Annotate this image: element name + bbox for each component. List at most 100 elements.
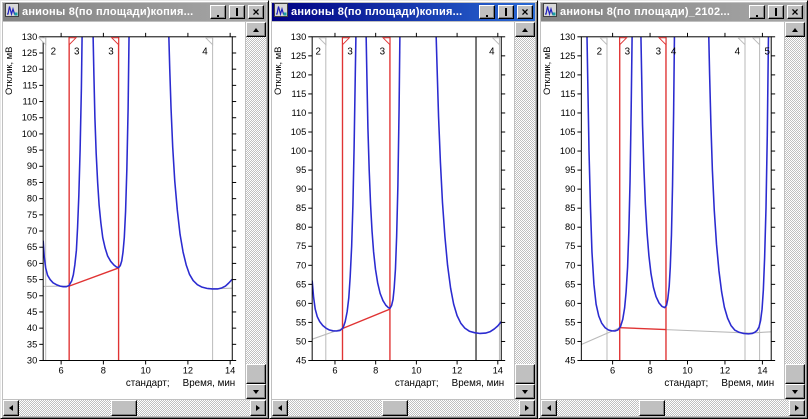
peak-baseline[interactable] bbox=[68, 267, 119, 287]
scroll-down-button[interactable] bbox=[785, 384, 805, 399]
scroll-up-button[interactable] bbox=[515, 22, 535, 37]
sample-name-label: стандарт; bbox=[664, 378, 708, 389]
chart-area[interactable]: 130 125 120 115 110 105 100 95 90 85 80 75 70 65 60 55 5… bbox=[272, 22, 514, 399]
x-axis-title: Время, мин bbox=[183, 378, 236, 389]
y-tick-label: 70 bbox=[296, 260, 306, 270]
vertical-scrollbar[interactable] bbox=[785, 22, 805, 399]
y-tick-label: 75 bbox=[27, 210, 37, 220]
vertical-scroll-thumb[interactable] bbox=[785, 364, 805, 384]
peak-number-label: 3 bbox=[74, 47, 80, 58]
peak-marker-flag[interactable] bbox=[736, 37, 746, 46]
maximize-icon bbox=[236, 8, 238, 16]
scrollbar-track[interactable] bbox=[515, 37, 535, 384]
window-titlebar[interactable]: анионы 8(по площади)копия... × bbox=[272, 2, 535, 22]
scrollbar-track[interactable] bbox=[19, 400, 250, 416]
y-tick-label: 75 bbox=[296, 241, 306, 251]
y-tick-label: 55 bbox=[296, 317, 306, 327]
chart-area[interactable]: 130 125 120 115 110 105 100 95 90 85 80 75 70 65 60 55 5… bbox=[3, 22, 245, 399]
peak-number-label: 2 bbox=[597, 47, 602, 58]
window-client: 130 125 120 115 110 105 100 95 90 85 80 75 70 65 60 55 5… bbox=[272, 22, 535, 416]
window-titlebar[interactable]: анионы 8(по площади)копия... × bbox=[3, 2, 266, 22]
close-button[interactable]: × bbox=[517, 5, 533, 19]
plot-border bbox=[311, 36, 502, 362]
window-title: анионы 8(по площади)_2102... bbox=[560, 6, 731, 18]
x-tick-label: 10 bbox=[411, 365, 421, 375]
peak-marker-flag[interactable] bbox=[204, 37, 214, 46]
scroll-up-icon bbox=[792, 27, 798, 32]
child-window[interactable]: анионы 8(по площади)копия... × 130 125 120 11… bbox=[269, 0, 538, 419]
vertical-scrollbar[interactable] bbox=[246, 22, 266, 399]
peak-number-label: 3 bbox=[347, 47, 353, 58]
vertical-scroll-thumb[interactable] bbox=[246, 364, 266, 384]
peak-marker-flag[interactable] bbox=[37, 37, 47, 46]
scroll-right-button[interactable] bbox=[519, 400, 535, 416]
scroll-up-button[interactable] bbox=[246, 22, 266, 37]
peak-marker-flag[interactable] bbox=[317, 37, 327, 46]
peak-marker-flag[interactable] bbox=[68, 37, 78, 46]
peak-marker-flag[interactable] bbox=[110, 37, 120, 46]
window-titlebar[interactable]: анионы 8(по площади)_2102... × bbox=[541, 2, 805, 22]
minimize-button[interactable] bbox=[210, 5, 226, 19]
peak-marker-flag[interactable] bbox=[381, 37, 391, 46]
y-tick-label: 100 bbox=[291, 146, 307, 156]
horizontal-scroll-thumb[interactable] bbox=[639, 400, 666, 416]
horizontal-scrollbar[interactable] bbox=[272, 400, 535, 416]
scroll-up-button[interactable] bbox=[785, 22, 805, 37]
child-window[interactable]: анионы 8(по площади)копия... × 130 125 120 11… bbox=[0, 0, 269, 419]
chart-area[interactable]: 130 125 120 115 110 105 100 95 90 85 80 75 70 65 60 55 5… bbox=[541, 22, 784, 399]
scrollbar-track[interactable] bbox=[246, 37, 266, 384]
chromatogram-icon[interactable] bbox=[543, 2, 557, 22]
peak-marker-flag[interactable] bbox=[491, 37, 500, 46]
peak-marker-flag[interactable] bbox=[598, 37, 608, 46]
peak-baseline[interactable] bbox=[342, 308, 391, 330]
scroll-left-button[interactable] bbox=[272, 400, 288, 416]
child-window[interactable]: анионы 8(по площади)_2102... × 130 125 120 11… bbox=[538, 0, 808, 419]
scrollbar-track[interactable] bbox=[288, 400, 519, 416]
y-tick-label: 90 bbox=[27, 161, 37, 171]
vertical-scroll-thumb[interactable] bbox=[515, 364, 535, 384]
y-tick-label: 105 bbox=[22, 113, 38, 123]
scroll-right-button[interactable] bbox=[789, 400, 805, 416]
scroll-down-button[interactable] bbox=[246, 384, 266, 399]
scroll-left-button[interactable] bbox=[3, 400, 19, 416]
chromatogram-icon[interactable] bbox=[274, 2, 288, 22]
peak-marker-flag[interactable] bbox=[619, 37, 628, 46]
close-button[interactable]: × bbox=[248, 5, 264, 19]
chromatogram-plot[interactable]: 1301251201151101051009590858075706560555… bbox=[541, 22, 784, 399]
x-tick-label: 6 bbox=[59, 365, 64, 375]
horizontal-scroll-thumb[interactable] bbox=[382, 400, 409, 416]
maximize-button[interactable] bbox=[768, 5, 784, 19]
peak-baseline[interactable] bbox=[619, 327, 666, 331]
y-tick-label: 125 bbox=[22, 48, 38, 58]
maximize-button[interactable] bbox=[229, 5, 245, 19]
scroll-left-button[interactable] bbox=[541, 400, 557, 416]
horizontal-scrollbar[interactable] bbox=[541, 400, 805, 416]
peak-marker-flag[interactable] bbox=[342, 37, 351, 46]
scroll-down-button[interactable] bbox=[515, 384, 535, 399]
maximize-button[interactable] bbox=[498, 5, 514, 19]
peak-marker-flag[interactable] bbox=[751, 37, 761, 46]
chromatogram-plot[interactable]: 1301251201151101051009590858075706560555… bbox=[272, 22, 514, 399]
horizontal-scrollbar[interactable] bbox=[3, 400, 266, 416]
x-tick-label: 14 bbox=[493, 365, 503, 375]
vertical-scrollbar[interactable] bbox=[515, 22, 535, 399]
scrollbar-track[interactable] bbox=[557, 400, 789, 416]
chromatogram-icon[interactable] bbox=[5, 2, 19, 22]
chromatogram-plot[interactable]: 1301251201151101051009590858075706560555… bbox=[3, 22, 245, 399]
minimize-button[interactable] bbox=[749, 5, 765, 19]
peak-marker-flag[interactable] bbox=[657, 37, 667, 46]
y-tick-label: 45 bbox=[565, 355, 575, 365]
minimize-button[interactable] bbox=[479, 5, 495, 19]
close-button[interactable]: × bbox=[787, 5, 803, 19]
horizontal-scroll-thumb[interactable] bbox=[111, 400, 138, 416]
close-icon: × bbox=[791, 5, 799, 19]
scroll-left-icon bbox=[547, 405, 551, 411]
y-tick-label: 130 bbox=[291, 32, 307, 42]
y-axis-title: Отклик, мВ bbox=[4, 47, 14, 95]
scroll-right-button[interactable] bbox=[250, 400, 266, 416]
scrollbar-track[interactable] bbox=[785, 37, 805, 384]
peak-number-label: 2 bbox=[315, 47, 320, 58]
x-tick-label: 8 bbox=[647, 365, 652, 375]
chromatogram-curve bbox=[43, 36, 233, 290]
y-tick-label: 35 bbox=[27, 339, 37, 349]
